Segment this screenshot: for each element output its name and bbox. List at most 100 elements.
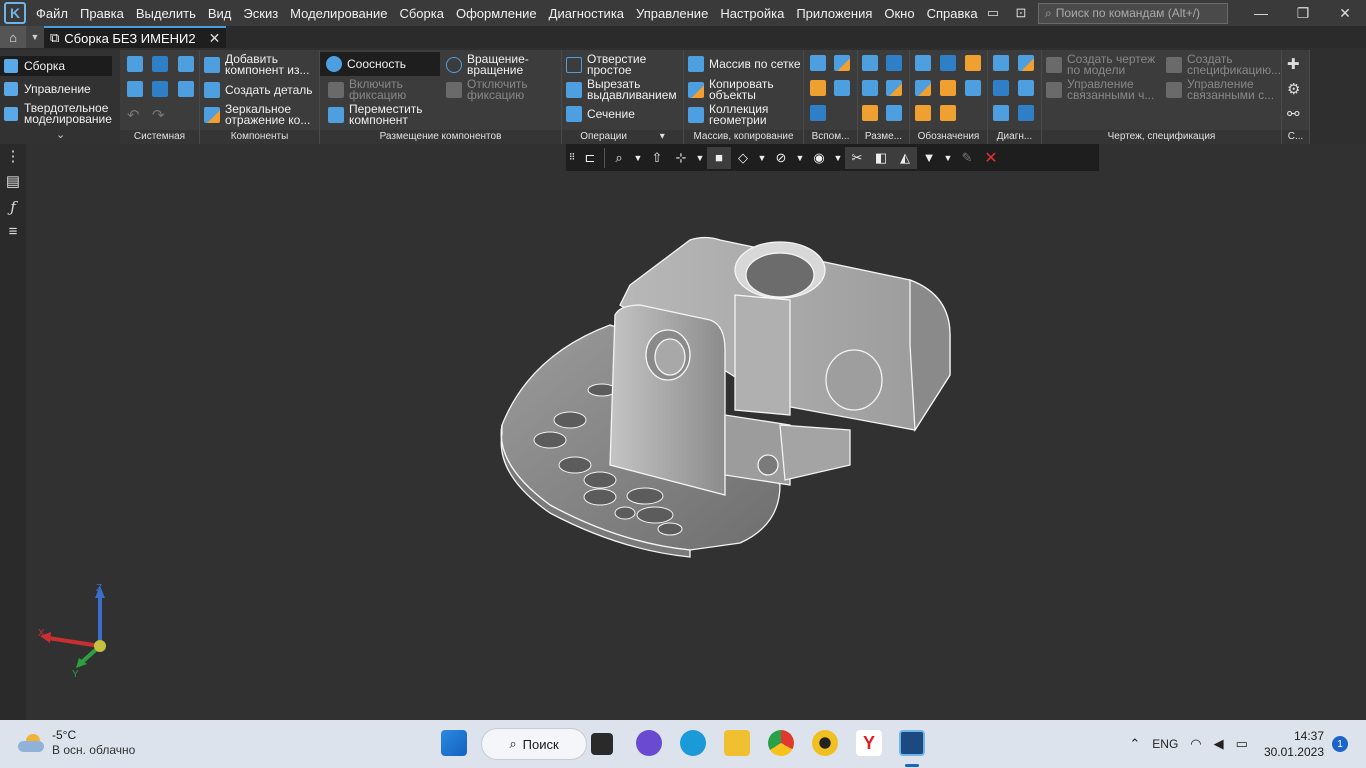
- edge-browser-icon[interactable]: [680, 730, 706, 756]
- coaxial-button[interactable]: Соосность: [320, 52, 440, 76]
- axes-icon[interactable]: ⊹: [669, 147, 693, 169]
- chevron-up-icon[interactable]: ⌃: [1129, 736, 1140, 752]
- menu-diagnostics[interactable]: Диагностика: [543, 0, 630, 26]
- shaded-view-icon[interactable]: ■: [707, 146, 731, 169]
- undo-icon[interactable]: ↶: [127, 106, 140, 124]
- perspective-icon[interactable]: ◧: [869, 146, 893, 169]
- move-component-button[interactable]: Переместить компонент: [328, 103, 429, 126]
- aux-line-icon[interactable]: [810, 105, 826, 121]
- save-icon[interactable]: [178, 56, 194, 72]
- menu-select[interactable]: Выделить: [130, 0, 202, 26]
- taskbar-search-button[interactable]: ⌕ Поиск: [481, 728, 587, 760]
- mirror-component-button[interactable]: Зеркальное отражение ко...: [204, 103, 317, 126]
- manage-linked-specs-button[interactable]: Управление связанными с...: [1166, 78, 1281, 101]
- mass-properties-icon[interactable]: [1018, 80, 1034, 96]
- mode-control[interactable]: Управление: [4, 82, 91, 96]
- chevron-down-icon[interactable]: ▾: [660, 131, 665, 142]
- display-mode-icon[interactable]: ◭: [893, 146, 917, 169]
- chevron-down-icon[interactable]: ▼: [26, 26, 44, 48]
- kompas-logo-icon[interactable]: K: [4, 2, 26, 24]
- kompas-app-icon[interactable]: [899, 730, 925, 756]
- leader-icon[interactable]: [915, 55, 931, 71]
- add-component-button[interactable]: Добавить компонент из...: [204, 53, 317, 76]
- panel-settings-icon[interactable]: ⊡: [1010, 3, 1032, 23]
- weather-widget[interactable]: -5°C В осн. облачно: [18, 728, 135, 758]
- roughness-icon[interactable]: [965, 55, 981, 71]
- 3d-model[interactable]: [490, 225, 960, 565]
- minimize-button[interactable]: —: [1240, 5, 1282, 21]
- wifi-icon[interactable]: ◠: [1190, 736, 1201, 752]
- menu-help[interactable]: Справка: [921, 0, 984, 26]
- menu-control[interactable]: Управление: [630, 0, 714, 26]
- hide-icon[interactable]: ⊘: [769, 147, 793, 169]
- eyedropper-icon[interactable]: ✎: [955, 147, 979, 169]
- language-indicator[interactable]: ENG: [1152, 737, 1178, 751]
- menu-design[interactable]: Оформление: [450, 0, 543, 26]
- radius-dimension-icon[interactable]: [862, 80, 878, 96]
- save-all-icon[interactable]: [178, 81, 194, 97]
- zoom-icon[interactable]: ⌕: [607, 147, 631, 169]
- menu-window[interactable]: Окно: [878, 0, 920, 26]
- layers-icon[interactable]: ≡: [4, 223, 22, 241]
- marking-icon[interactable]: [965, 80, 981, 96]
- chain-dimension-icon[interactable]: [886, 105, 902, 121]
- chevron-down-icon[interactable]: ▼: [793, 147, 807, 169]
- redo-icon[interactable]: ↷: [152, 106, 165, 124]
- diameter-dimension-icon[interactable]: [886, 55, 902, 71]
- restore-button[interactable]: ❐: [1282, 5, 1324, 22]
- enable-fix-button[interactable]: Включить фиксацию: [328, 78, 419, 101]
- section-button[interactable]: Сечение: [566, 106, 635, 122]
- collision-check-icon[interactable]: [993, 105, 1009, 121]
- close-window-button[interactable]: ✕: [1324, 5, 1366, 22]
- collapse-chevron-icon[interactable]: ⌄: [56, 128, 65, 141]
- print-icon[interactable]: [127, 81, 143, 97]
- variables-fx-icon[interactable]: ƒ: [4, 198, 22, 216]
- teams-chat-icon[interactable]: [636, 730, 662, 756]
- chevron-down-icon[interactable]: ▼: [631, 147, 645, 169]
- toolbar-grip-icon[interactable]: ⠿: [566, 147, 578, 169]
- cut-extrude-button[interactable]: Вырезать выдавливанием: [566, 78, 679, 101]
- base-icon[interactable]: [915, 80, 931, 96]
- menu-sketch[interactable]: Эскиз: [237, 0, 284, 26]
- aux-plane-icon[interactable]: [810, 55, 826, 71]
- menu-modeling[interactable]: Моделирование: [284, 0, 393, 26]
- clock[interactable]: 14:37 30.01.2023: [1264, 728, 1324, 760]
- section-view-icon[interactable]: ✂: [845, 146, 869, 169]
- angle-dimension-icon[interactable]: [886, 80, 902, 96]
- add-icon[interactable]: ✚: [1287, 55, 1300, 73]
- rotate-rotate-button[interactable]: Вращение-вращение: [446, 53, 537, 76]
- aux-cs-icon[interactable]: [834, 80, 850, 96]
- menu-apps[interactable]: Приложения: [790, 0, 878, 26]
- geometry-collection-button[interactable]: Коллекция геометрии: [688, 103, 779, 126]
- wireframe-view-icon[interactable]: ◇: [731, 147, 755, 169]
- aux-point-icon[interactable]: [810, 80, 826, 96]
- file-explorer-icon[interactable]: [724, 730, 750, 756]
- sketch-plane-icon[interactable]: ⊏: [578, 147, 602, 169]
- tolerance-icon[interactable]: [940, 80, 956, 96]
- aux-axis-icon[interactable]: [834, 55, 850, 71]
- mode-solid-modeling[interactable]: Твердотельное моделирование: [4, 102, 118, 125]
- weld-icon[interactable]: [940, 105, 956, 121]
- chevron-down-icon[interactable]: ▼: [941, 147, 955, 169]
- menu-view[interactable]: Вид: [202, 0, 238, 26]
- measure-angle-icon[interactable]: [1018, 55, 1034, 71]
- menu-assembly[interactable]: Сборка: [393, 0, 450, 26]
- chrome-browser-icon[interactable]: [768, 730, 794, 756]
- menu-edit[interactable]: Правка: [74, 0, 130, 26]
- properties-icon[interactable]: ▤: [4, 173, 22, 191]
- cancel-icon[interactable]: ✕: [979, 147, 1003, 169]
- task-view-icon[interactable]: [591, 733, 613, 755]
- notification-badge[interactable]: 1: [1332, 736, 1348, 752]
- radiation-app-icon[interactable]: [812, 730, 838, 756]
- thread-icon[interactable]: [940, 55, 956, 71]
- new-document-icon[interactable]: [127, 56, 143, 72]
- chevron-down-icon[interactable]: ▼: [755, 147, 769, 169]
- simple-hole-button[interactable]: Отверстие простое: [566, 53, 657, 76]
- filter-icon[interactable]: ▼: [917, 147, 941, 169]
- grid-array-button[interactable]: Массив по сетке: [688, 56, 801, 72]
- home-icon[interactable]: ⌂: [0, 26, 26, 48]
- chevron-down-icon[interactable]: ▼: [693, 147, 707, 169]
- create-spec-button[interactable]: Создать спецификацию...: [1166, 53, 1281, 76]
- link-icon[interactable]: ⚯: [1287, 105, 1300, 123]
- settings-gear-icon[interactable]: ⚙: [1287, 80, 1300, 98]
